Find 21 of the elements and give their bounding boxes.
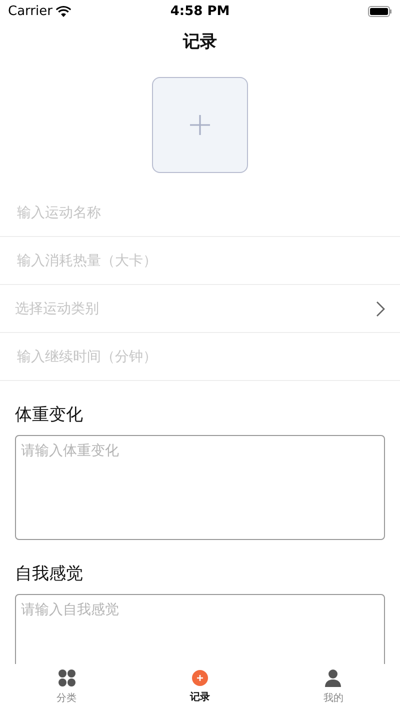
section-title: 自我感觉 (14, 563, 84, 586)
status-time: 4:58 PM (170, 4, 230, 18)
tab-item[interactable]: 我的 (266, 664, 400, 710)
text-area[interactable]: 请输入自我感觉 (15, 594, 385, 664)
page-title: 记录 (183, 30, 217, 52)
plus-icon (192, 670, 208, 686)
section-title: 体重变化 (14, 404, 84, 427)
battery-icon (368, 6, 392, 16)
text-area[interactable]: 请输入体重变化 (15, 435, 385, 540)
input-field[interactable]: 输入继续时间（分钟） (15, 348, 385, 366)
input-field[interactable]: 输入消耗热量（大卡） (15, 252, 385, 270)
plus-icon (190, 115, 210, 135)
wifi-icon (56, 6, 72, 16)
add-photo-button[interactable] (152, 77, 248, 173)
grid-icon (58, 669, 76, 687)
input-field[interactable]: 输入运动名称 (15, 204, 385, 222)
user-icon (325, 669, 342, 687)
tab-item[interactable]: 分类 (0, 664, 134, 710)
carrier-label: Carrier (8, 4, 52, 18)
chevron-right-icon (376, 300, 385, 316)
tab-item[interactable]: 记录 (133, 664, 267, 710)
